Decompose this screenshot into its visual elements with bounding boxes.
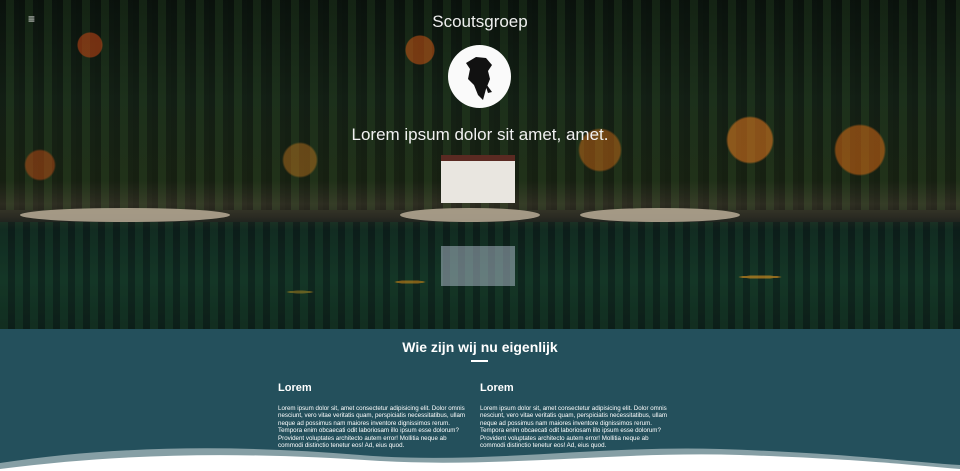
scout-silhouette-icon xyxy=(466,57,492,100)
title-divider xyxy=(471,360,488,362)
hero-banner: ≡ Scoutsgroep Lorem ipsum dolor sit amet… xyxy=(0,0,960,329)
site-title: Scoutsgroep xyxy=(432,12,528,31)
about-column: Lorem Lorem ipsum dolor sit, amet consec… xyxy=(278,382,473,449)
hero-tagline: Lorem ipsum dolor sit amet, amet. xyxy=(351,125,609,144)
scout-logo[interactable] xyxy=(448,45,511,108)
column-heading: Lorem xyxy=(480,382,514,394)
bottom-wave xyxy=(0,448,960,471)
shore-rocks xyxy=(400,208,540,222)
about-section: Wie zijn wij nu eigenlijk Lorem Lorem ip… xyxy=(0,329,960,471)
shore-rocks xyxy=(20,208,230,222)
lake-house xyxy=(441,155,515,203)
house-reflection xyxy=(441,246,515,286)
section-title: Wie zijn wij nu eigenlijk xyxy=(402,339,558,355)
column-heading: Lorem xyxy=(278,382,312,394)
shore-rocks xyxy=(580,208,740,222)
about-column: Lorem Lorem ipsum dolor sit, amet consec… xyxy=(480,382,675,449)
